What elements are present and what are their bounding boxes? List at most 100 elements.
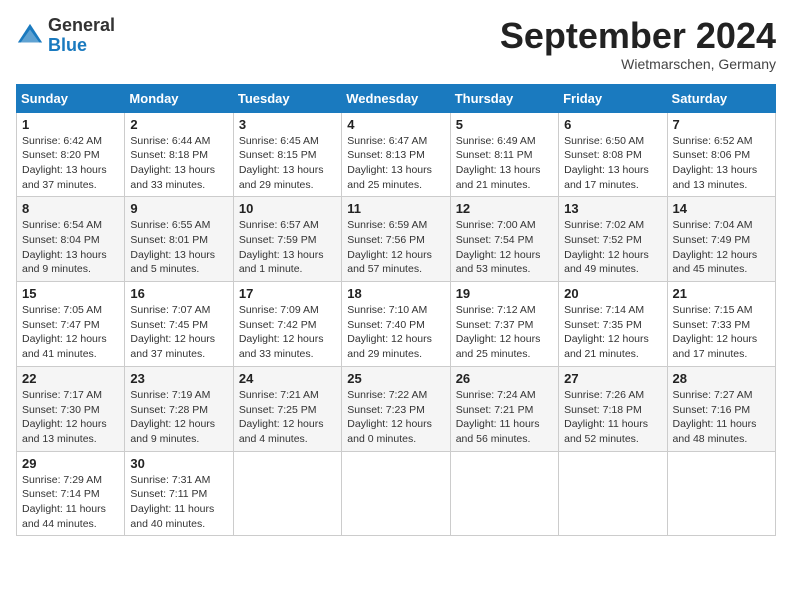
logo-icon: [16, 22, 44, 50]
title-block: September 2024 Wietmarschen, Germany: [500, 16, 776, 72]
day-number: 12: [456, 201, 553, 216]
calendar-day-cell: 8 Sunrise: 6:54 AM Sunset: 8:04 PM Daylig…: [17, 197, 125, 282]
day-detail: Sunrise: 7:09 AM Sunset: 7:42 PM Dayligh…: [239, 303, 336, 362]
day-detail: Sunrise: 7:21 AM Sunset: 7:25 PM Dayligh…: [239, 388, 336, 447]
day-number: 21: [673, 286, 770, 301]
day-detail: Sunrise: 7:04 AM Sunset: 7:49 PM Dayligh…: [673, 218, 770, 277]
calendar-day-cell: 23 Sunrise: 7:19 AM Sunset: 7:28 PM Dayli…: [125, 366, 233, 451]
day-detail: Sunrise: 6:44 AM Sunset: 8:18 PM Dayligh…: [130, 134, 227, 193]
day-detail: Sunrise: 6:54 AM Sunset: 8:04 PM Dayligh…: [22, 218, 119, 277]
calendar-day-cell: 18Sunrise: 7:10 AM Sunset: 7:40 PM Dayli…: [342, 282, 450, 367]
day-of-week-header: Tuesday: [233, 84, 341, 112]
day-detail: Sunrise: 7:14 AM Sunset: 7:35 PM Dayligh…: [564, 303, 661, 362]
calendar-day-cell: 6Sunrise: 6:50 AM Sunset: 8:08 PM Daylig…: [559, 112, 667, 197]
calendar-day-cell: 19Sunrise: 7:12 AM Sunset: 7:37 PM Dayli…: [450, 282, 558, 367]
day-number: 29: [22, 456, 119, 471]
day-detail: Sunrise: 7:26 AM Sunset: 7:18 PM Dayligh…: [564, 388, 661, 447]
day-detail: Sunrise: 7:07 AM Sunset: 7:45 PM Dayligh…: [130, 303, 227, 362]
day-detail: Sunrise: 6:49 AM Sunset: 8:11 PM Dayligh…: [456, 134, 553, 193]
day-number: 2: [130, 117, 227, 132]
logo-text: General Blue: [48, 16, 115, 56]
day-detail: Sunrise: 7:17 AM Sunset: 7:30 PM Dayligh…: [22, 388, 119, 447]
day-of-week-header: Friday: [559, 84, 667, 112]
calendar-header-row: SundayMondayTuesdayWednesdayThursdayFrid…: [17, 84, 776, 112]
day-detail: Sunrise: 6:57 AM Sunset: 7:59 PM Dayligh…: [239, 218, 336, 277]
day-detail: Sunrise: 7:02 AM Sunset: 7:52 PM Dayligh…: [564, 218, 661, 277]
calendar-day-cell: 20 Sunrise: 7:14 AM Sunset: 7:35 PM Dayli…: [559, 282, 667, 367]
day-number: 24: [239, 371, 336, 386]
calendar-day-cell: 27 Sunrise: 7:26 AM Sunset: 7:18 PM Dayli…: [559, 366, 667, 451]
calendar-day-cell: 10 Sunrise: 6:57 AM Sunset: 7:59 PM Dayli…: [233, 197, 341, 282]
day-number: 23: [130, 371, 227, 386]
logo: General Blue: [16, 16, 115, 56]
day-number: 27: [564, 371, 661, 386]
calendar-day-cell: 21 Sunrise: 7:15 AM Sunset: 7:33 PM Dayli…: [667, 282, 775, 367]
day-of-week-header: Sunday: [17, 84, 125, 112]
day-of-week-header: Thursday: [450, 84, 558, 112]
day-number: 15: [22, 286, 119, 301]
day-detail: Sunrise: 7:27 AM Sunset: 7:16 PM Dayligh…: [673, 388, 770, 447]
day-detail: Sunrise: 7:24 AM Sunset: 7:21 PM Dayligh…: [456, 388, 553, 447]
calendar-week-row: 29 Sunrise: 7:29 AM Sunset: 7:14 PM Dayli…: [17, 451, 776, 536]
calendar-day-cell: 28 Sunrise: 7:27 AM Sunset: 7:16 PM Dayli…: [667, 366, 775, 451]
calendar-day-cell: 15 Sunrise: 7:05 AM Sunset: 7:47 PM Dayli…: [17, 282, 125, 367]
day-detail: Sunrise: 7:22 AM Sunset: 7:23 PM Dayligh…: [347, 388, 444, 447]
calendar-day-cell: [559, 451, 667, 536]
calendar-week-row: 22 Sunrise: 7:17 AM Sunset: 7:30 PM Dayli…: [17, 366, 776, 451]
page-header: General Blue September 2024 Wietmarschen…: [16, 16, 776, 72]
calendar-day-cell: 30Sunrise: 7:31 AM Sunset: 7:11 PM Dayli…: [125, 451, 233, 536]
calendar-day-cell: [667, 451, 775, 536]
day-number: 10: [239, 201, 336, 216]
day-detail: Sunrise: 7:15 AM Sunset: 7:33 PM Dayligh…: [673, 303, 770, 362]
day-of-week-header: Wednesday: [342, 84, 450, 112]
calendar-week-row: 8 Sunrise: 6:54 AM Sunset: 8:04 PM Daylig…: [17, 197, 776, 282]
day-detail: Sunrise: 6:55 AM Sunset: 8:01 PM Dayligh…: [130, 218, 227, 277]
day-number: 25: [347, 371, 444, 386]
day-number: 20: [564, 286, 661, 301]
day-detail: Sunrise: 7:12 AM Sunset: 7:37 PM Dayligh…: [456, 303, 553, 362]
day-number: 17: [239, 286, 336, 301]
day-detail: Sunrise: 7:00 AM Sunset: 7:54 PM Dayligh…: [456, 218, 553, 277]
calendar-table: SundayMondayTuesdayWednesdayThursdayFrid…: [16, 84, 776, 537]
day-number: 22: [22, 371, 119, 386]
day-detail: Sunrise: 7:05 AM Sunset: 7:47 PM Dayligh…: [22, 303, 119, 362]
calendar-day-cell: 1 Sunrise: 6:42 AM Sunset: 8:20 PM Daylig…: [17, 112, 125, 197]
month-title: September 2024: [500, 16, 776, 56]
day-number: 13: [564, 201, 661, 216]
day-detail: Sunrise: 6:50 AM Sunset: 8:08 PM Dayligh…: [564, 134, 661, 193]
calendar-day-cell: 2 Sunrise: 6:44 AM Sunset: 8:18 PM Daylig…: [125, 112, 233, 197]
day-number: 1: [22, 117, 119, 132]
day-number: 4: [347, 117, 444, 132]
calendar-day-cell: [450, 451, 558, 536]
day-number: 26: [456, 371, 553, 386]
day-number: 3: [239, 117, 336, 132]
day-number: 28: [673, 371, 770, 386]
day-of-week-header: Monday: [125, 84, 233, 112]
calendar-day-cell: 9 Sunrise: 6:55 AM Sunset: 8:01 PM Daylig…: [125, 197, 233, 282]
location-subtitle: Wietmarschen, Germany: [500, 56, 776, 72]
calendar-day-cell: 14 Sunrise: 7:04 AM Sunset: 7:49 PM Dayli…: [667, 197, 775, 282]
day-detail: Sunrise: 7:10 AM Sunset: 7:40 PM Dayligh…: [347, 303, 444, 362]
calendar-day-cell: 29 Sunrise: 7:29 AM Sunset: 7:14 PM Dayli…: [17, 451, 125, 536]
day-number: 7: [673, 117, 770, 132]
day-of-week-header: Saturday: [667, 84, 775, 112]
day-number: 14: [673, 201, 770, 216]
calendar-day-cell: 17 Sunrise: 7:09 AM Sunset: 7:42 PM Dayli…: [233, 282, 341, 367]
day-detail: Sunrise: 6:42 AM Sunset: 8:20 PM Dayligh…: [22, 134, 119, 193]
day-detail: Sunrise: 6:47 AM Sunset: 8:13 PM Dayligh…: [347, 134, 444, 193]
calendar-day-cell: 16 Sunrise: 7:07 AM Sunset: 7:45 PM Dayli…: [125, 282, 233, 367]
day-number: 8: [22, 201, 119, 216]
day-detail: Sunrise: 6:52 AM Sunset: 8:06 PM Dayligh…: [673, 134, 770, 193]
day-detail: Sunrise: 7:19 AM Sunset: 7:28 PM Dayligh…: [130, 388, 227, 447]
calendar-day-cell: 7 Sunrise: 6:52 AM Sunset: 8:06 PM Daylig…: [667, 112, 775, 197]
day-detail: Sunrise: 7:29 AM Sunset: 7:14 PM Dayligh…: [22, 473, 119, 532]
day-number: 30: [130, 456, 227, 471]
day-number: 16: [130, 286, 227, 301]
calendar-day-cell: 22 Sunrise: 7:17 AM Sunset: 7:30 PM Dayli…: [17, 366, 125, 451]
day-number: 9: [130, 201, 227, 216]
calendar-week-row: 1 Sunrise: 6:42 AM Sunset: 8:20 PM Daylig…: [17, 112, 776, 197]
day-number: 11: [347, 201, 444, 216]
calendar-day-cell: 4 Sunrise: 6:47 AM Sunset: 8:13 PM Daylig…: [342, 112, 450, 197]
day-detail: Sunrise: 6:45 AM Sunset: 8:15 PM Dayligh…: [239, 134, 336, 193]
calendar-day-cell: 12 Sunrise: 7:00 AM Sunset: 7:54 PM Dayli…: [450, 197, 558, 282]
